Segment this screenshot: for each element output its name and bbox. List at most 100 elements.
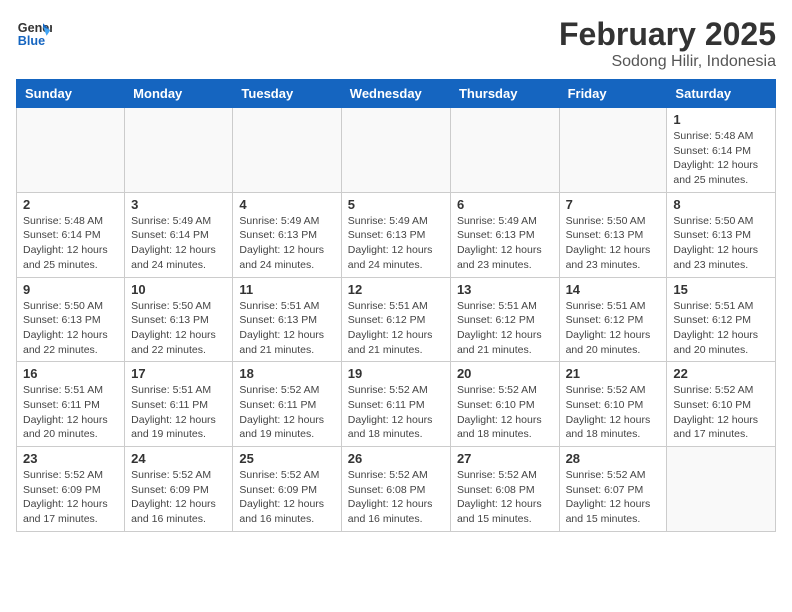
day-number: 24	[131, 451, 226, 466]
day-number: 9	[23, 282, 118, 297]
table-row: 23 Sunrise: 5:52 AM Sunset: 6:09 PM Dayli…	[17, 447, 125, 532]
logo: General Blue	[16, 16, 52, 52]
calendar-week-row: 16 Sunrise: 5:51 AM Sunset: 6:11 PM Dayli…	[17, 362, 776, 447]
title-section: February 2025 Sodong Hilir, Indonesia	[559, 16, 776, 71]
table-row	[341, 108, 450, 193]
weekday-header-row: Sunday Monday Tuesday Wednesday Thursday…	[17, 80, 776, 108]
day-info: Sunrise: 5:50 AM Sunset: 6:13 PM Dayligh…	[566, 214, 661, 273]
table-row: 19Sunrise: 5:52 AM Sunset: 6:11 PM Dayli…	[341, 362, 450, 447]
day-number: 12	[348, 282, 444, 297]
day-number: 8	[673, 197, 769, 212]
day-info: Sunrise: 5:48 AM Sunset: 6:14 PM Dayligh…	[23, 214, 118, 273]
day-info: Sunrise: 5:52 AM Sunset: 6:08 PM Dayligh…	[348, 468, 444, 527]
day-info: Sunrise: 5:50 AM Sunset: 6:13 PM Dayligh…	[23, 299, 118, 358]
day-number: 5	[348, 197, 444, 212]
table-row: 6 Sunrise: 5:49 AM Sunset: 6:13 PM Daylig…	[450, 192, 559, 277]
table-row: 5 Sunrise: 5:49 AM Sunset: 6:13 PM Daylig…	[341, 192, 450, 277]
header-tuesday: Tuesday	[233, 80, 341, 108]
table-row: 18 Sunrise: 5:52 AM Sunset: 6:11 PM Dayli…	[233, 362, 341, 447]
header-friday: Friday	[559, 80, 667, 108]
day-number: 27	[457, 451, 553, 466]
day-number: 11	[239, 282, 334, 297]
table-row: 24 Sunrise: 5:52 AM Sunset: 6:09 PM Dayli…	[125, 447, 233, 532]
table-row: 8Sunrise: 5:50 AM Sunset: 6:13 PM Daylig…	[667, 192, 776, 277]
header-monday: Monday	[125, 80, 233, 108]
day-info: Sunrise: 5:49 AM Sunset: 6:13 PM Dayligh…	[457, 214, 553, 273]
table-row: 17Sunrise: 5:51 AM Sunset: 6:11 PM Dayli…	[125, 362, 233, 447]
day-info: Sunrise: 5:51 AM Sunset: 6:12 PM Dayligh…	[673, 299, 769, 358]
day-info: Sunrise: 5:51 AM Sunset: 6:12 PM Dayligh…	[457, 299, 553, 358]
day-number: 7	[566, 197, 661, 212]
day-number: 26	[348, 451, 444, 466]
logo-icon: General Blue	[16, 16, 52, 52]
table-row: 28 Sunrise: 5:52 AM Sunset: 6:07 PM Dayli…	[559, 447, 667, 532]
day-number: 6	[457, 197, 553, 212]
day-number: 28	[566, 451, 661, 466]
day-number: 10	[131, 282, 226, 297]
day-info: Sunrise: 5:51 AM Sunset: 6:11 PM Dayligh…	[23, 383, 118, 442]
table-row: 27 Sunrise: 5:52 AM Sunset: 6:08 PM Dayli…	[450, 447, 559, 532]
day-info: Sunrise: 5:48 AM Sunset: 6:14 PM Dayligh…	[673, 129, 769, 188]
day-info: Sunrise: 5:52 AM Sunset: 6:09 PM Dayligh…	[239, 468, 334, 527]
day-info: Sunrise: 5:52 AM Sunset: 6:11 PM Dayligh…	[239, 383, 334, 442]
calendar-week-row: 1 Sunrise: 5:48 AM Sunset: 6:14 PM Daylig…	[17, 108, 776, 193]
table-row	[559, 108, 667, 193]
day-number: 2	[23, 197, 118, 212]
header-wednesday: Wednesday	[341, 80, 450, 108]
table-row: 4 Sunrise: 5:49 AM Sunset: 6:13 PM Daylig…	[233, 192, 341, 277]
day-info: Sunrise: 5:51 AM Sunset: 6:13 PM Dayligh…	[239, 299, 334, 358]
day-info: Sunrise: 5:49 AM Sunset: 6:14 PM Dayligh…	[131, 214, 226, 273]
header: General Blue February 2025 Sodong Hilir,…	[16, 16, 776, 71]
table-row: 10 Sunrise: 5:50 AM Sunset: 6:13 PM Dayli…	[125, 277, 233, 362]
day-number: 16	[23, 366, 118, 381]
table-row	[17, 108, 125, 193]
table-row	[667, 447, 776, 532]
table-row: 12Sunrise: 5:51 AM Sunset: 6:12 PM Dayli…	[341, 277, 450, 362]
day-info: Sunrise: 5:52 AM Sunset: 6:10 PM Dayligh…	[673, 383, 769, 442]
day-info: Sunrise: 5:49 AM Sunset: 6:13 PM Dayligh…	[239, 214, 334, 273]
day-info: Sunrise: 5:52 AM Sunset: 6:10 PM Dayligh…	[457, 383, 553, 442]
day-info: Sunrise: 5:52 AM Sunset: 6:09 PM Dayligh…	[131, 468, 226, 527]
day-number: 21	[566, 366, 661, 381]
svg-text:Blue: Blue	[18, 34, 45, 48]
day-number: 4	[239, 197, 334, 212]
day-number: 18	[239, 366, 334, 381]
day-number: 1	[673, 112, 769, 127]
calendar-week-row: 2 Sunrise: 5:48 AM Sunset: 6:14 PM Daylig…	[17, 192, 776, 277]
day-info: Sunrise: 5:50 AM Sunset: 6:13 PM Dayligh…	[131, 299, 226, 358]
table-row: 25Sunrise: 5:52 AM Sunset: 6:09 PM Dayli…	[233, 447, 341, 532]
day-info: Sunrise: 5:52 AM Sunset: 6:07 PM Dayligh…	[566, 468, 661, 527]
table-row: 7 Sunrise: 5:50 AM Sunset: 6:13 PM Daylig…	[559, 192, 667, 277]
table-row: 22 Sunrise: 5:52 AM Sunset: 6:10 PM Dayli…	[667, 362, 776, 447]
day-number: 22	[673, 366, 769, 381]
table-row	[233, 108, 341, 193]
table-row: 1 Sunrise: 5:48 AM Sunset: 6:14 PM Daylig…	[667, 108, 776, 193]
day-info: Sunrise: 5:49 AM Sunset: 6:13 PM Dayligh…	[348, 214, 444, 273]
table-row: 21 Sunrise: 5:52 AM Sunset: 6:10 PM Dayli…	[559, 362, 667, 447]
location-title: Sodong Hilir, Indonesia	[559, 53, 776, 71]
table-row: 15Sunrise: 5:51 AM Sunset: 6:12 PM Dayli…	[667, 277, 776, 362]
month-title: February 2025	[559, 16, 776, 53]
header-thursday: Thursday	[450, 80, 559, 108]
day-info: Sunrise: 5:52 AM Sunset: 6:09 PM Dayligh…	[23, 468, 118, 527]
calendar-week-row: 9 Sunrise: 5:50 AM Sunset: 6:13 PM Daylig…	[17, 277, 776, 362]
table-row: 2 Sunrise: 5:48 AM Sunset: 6:14 PM Daylig…	[17, 192, 125, 277]
table-row: 11 Sunrise: 5:51 AM Sunset: 6:13 PM Dayli…	[233, 277, 341, 362]
calendar: Sunday Monday Tuesday Wednesday Thursday…	[16, 79, 776, 532]
day-info: Sunrise: 5:52 AM Sunset: 6:08 PM Dayligh…	[457, 468, 553, 527]
table-row: 14 Sunrise: 5:51 AM Sunset: 6:12 PM Dayli…	[559, 277, 667, 362]
header-sunday: Sunday	[17, 80, 125, 108]
day-number: 17	[131, 366, 226, 381]
table-row: 16 Sunrise: 5:51 AM Sunset: 6:11 PM Dayli…	[17, 362, 125, 447]
day-number: 19	[348, 366, 444, 381]
day-number: 23	[23, 451, 118, 466]
day-number: 14	[566, 282, 661, 297]
day-number: 20	[457, 366, 553, 381]
calendar-week-row: 23 Sunrise: 5:52 AM Sunset: 6:09 PM Dayli…	[17, 447, 776, 532]
header-saturday: Saturday	[667, 80, 776, 108]
day-info: Sunrise: 5:52 AM Sunset: 6:10 PM Dayligh…	[566, 383, 661, 442]
table-row: 26 Sunrise: 5:52 AM Sunset: 6:08 PM Dayli…	[341, 447, 450, 532]
day-info: Sunrise: 5:51 AM Sunset: 6:12 PM Dayligh…	[566, 299, 661, 358]
table-row	[125, 108, 233, 193]
table-row: 13Sunrise: 5:51 AM Sunset: 6:12 PM Dayli…	[450, 277, 559, 362]
